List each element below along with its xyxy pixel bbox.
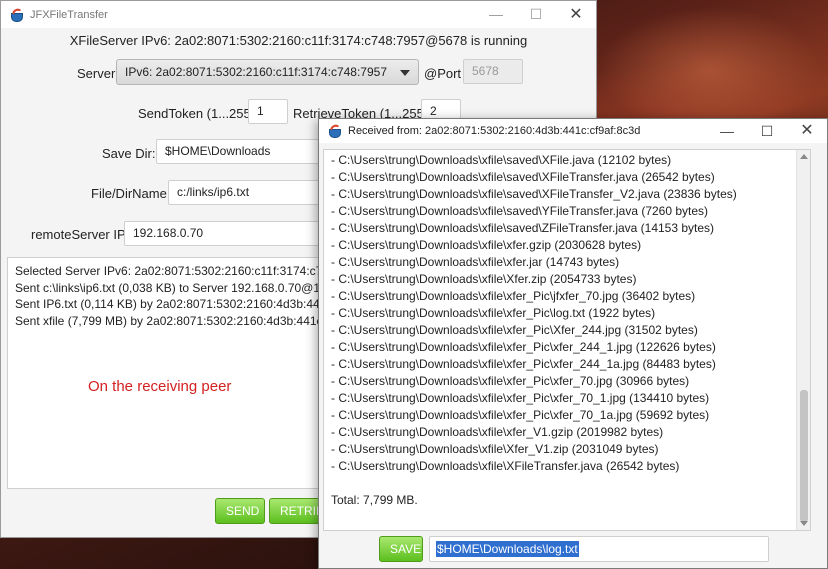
port-field[interactable]: 5678 (463, 59, 523, 84)
save-dir-label: Save Dir: (102, 146, 156, 161)
received-file-line: - C:\Users\trung\Downloads\xfile\xfer_Pi… (331, 408, 710, 422)
received-file-line: - C:\Users\trung\Downloads\xfile\xfer_Pi… (331, 289, 696, 303)
received-file-line: - C:\Users\trung\Downloads\xfile\xfer_Pi… (331, 374, 690, 388)
scroll-up-icon[interactable] (800, 154, 808, 159)
received-file-line: - C:\Users\trung\Downloads\xfile\saved\X… (331, 170, 715, 184)
log-line: Sent xfile (7,799 MB) by 2a02:8071:5302:… (15, 313, 323, 328)
maximize-button[interactable]: ☐ (747, 119, 787, 143)
received-window-title: Received from: 2a02:8071:5302:2160:4d3b:… (348, 125, 641, 137)
received-file-line: - C:\Users\trung\Downloads\xfile\xfer_Pi… (331, 391, 710, 405)
close-button[interactable]: ✕ (787, 119, 827, 143)
received-file-line: - C:\Users\trung\Downloads\xfile\xfer_Pi… (331, 357, 716, 371)
received-window: Received from: 2a02:8071:5302:2160:4d3b:… (318, 118, 828, 569)
log-line: Sent c:\links\ip6.txt (0,038 KB) to Serv… (15, 280, 323, 295)
received-file-line: - C:\Users\trung\Downloads\xfile\xfer_Pi… (331, 306, 656, 320)
chevron-down-icon (400, 70, 410, 76)
log-line: Selected Server IPv6: 2a02:8071:5302:216… (15, 264, 322, 278)
send-token-label: SendToken (1...255) (138, 106, 256, 121)
file-dirname-label: File/DirName (91, 186, 167, 201)
received-total: Total: 7,799 MB. (331, 493, 418, 507)
java-app-icon (327, 124, 341, 138)
received-titlebar[interactable]: Received from: 2a02:8071:5302:2160:4d3b:… (319, 119, 827, 143)
save-path-selected-text: $HOME\Downloads\log.txt (436, 541, 579, 557)
log-line: Sent IP6.txt (0,114 KB) by 2a02:8071:530… (15, 297, 322, 311)
received-file-line: - C:\Users\trung\Downloads\xfile\xfer.gz… (331, 238, 642, 252)
server-select[interactable]: IPv6: 2a02:8071:5302:2160:c11f:3174:c748… (116, 59, 419, 85)
file-dirname-input[interactable]: c:/links/ip6.txt (168, 180, 336, 205)
log-text-area[interactable]: Selected Server IPv6: 2a02:8071:5302:216… (7, 257, 323, 489)
received-files-list[interactable]: - C:\Users\trung\Downloads\xfile\saved\X… (323, 149, 811, 531)
received-file-line: - C:\Users\trung\Downloads\xfile\saved\Z… (331, 221, 715, 235)
send-token-input[interactable]: 1 (248, 99, 288, 124)
received-file-line: - C:\Users\trung\Downloads\xfile\XFileTr… (331, 459, 680, 473)
scroll-down-icon[interactable] (800, 521, 808, 526)
receiving-peer-note: On the receiving peer (88, 378, 232, 395)
save-path-input[interactable]: $HOME\Downloads\log.txt (429, 536, 769, 562)
main-titlebar[interactable]: JFXFileTransfer — ☐ ✕ (1, 1, 596, 28)
received-file-line: - C:\Users\trung\Downloads\xfile\xfer_Pi… (331, 340, 716, 354)
java-app-icon (9, 8, 23, 22)
port-label: @Port (424, 66, 462, 81)
received-file-line: - C:\Users\trung\Downloads\xfile\Xfer_V1… (331, 442, 659, 456)
save-button[interactable]: SAVE (379, 536, 423, 562)
maximize-button[interactable]: ☐ (516, 1, 556, 28)
vertical-scrollbar[interactable] (796, 150, 810, 530)
server-select-value: IPv6: 2a02:8071:5302:2160:c11f:3174:c748… (125, 65, 388, 79)
send-button[interactable]: SEND (215, 498, 265, 524)
minimize-button[interactable]: — (707, 119, 747, 143)
received-file-line: - C:\Users\trung\Downloads\xfile\xfer.ja… (331, 255, 620, 269)
received-file-line: - C:\Users\trung\Downloads\xfile\Xfer.zi… (331, 272, 637, 286)
server-status-line: XFileServer IPv6: 2a02:8071:5302:2160:c1… (69, 33, 528, 48)
server-label: Server (77, 66, 116, 81)
received-file-line: - C:\Users\trung\Downloads\xfile\xfer_Pi… (331, 323, 698, 337)
scrollbar-thumb[interactable] (800, 390, 808, 522)
received-file-line: - C:\Users\trung\Downloads\xfile\xfer_V1… (331, 425, 664, 439)
save-dir-input[interactable]: $HOME\Downloads (156, 139, 336, 164)
received-files-content: - C:\Users\trung\Downloads\xfile\saved\X… (331, 152, 801, 509)
received-file-line: - C:\Users\trung\Downloads\xfile\saved\Y… (331, 204, 709, 218)
remote-server-label: remoteServer IP (31, 227, 126, 242)
minimize-button[interactable]: — (476, 1, 516, 28)
remote-server-input[interactable]: 192.168.0.70 (124, 221, 336, 246)
main-window-title: JFXFileTransfer (30, 8, 108, 21)
close-button[interactable]: ✕ (556, 1, 596, 28)
received-file-line: - C:\Users\trung\Downloads\xfile\saved\X… (331, 153, 672, 167)
received-file-line: - C:\Users\trung\Downloads\xfile\saved\X… (331, 187, 737, 201)
